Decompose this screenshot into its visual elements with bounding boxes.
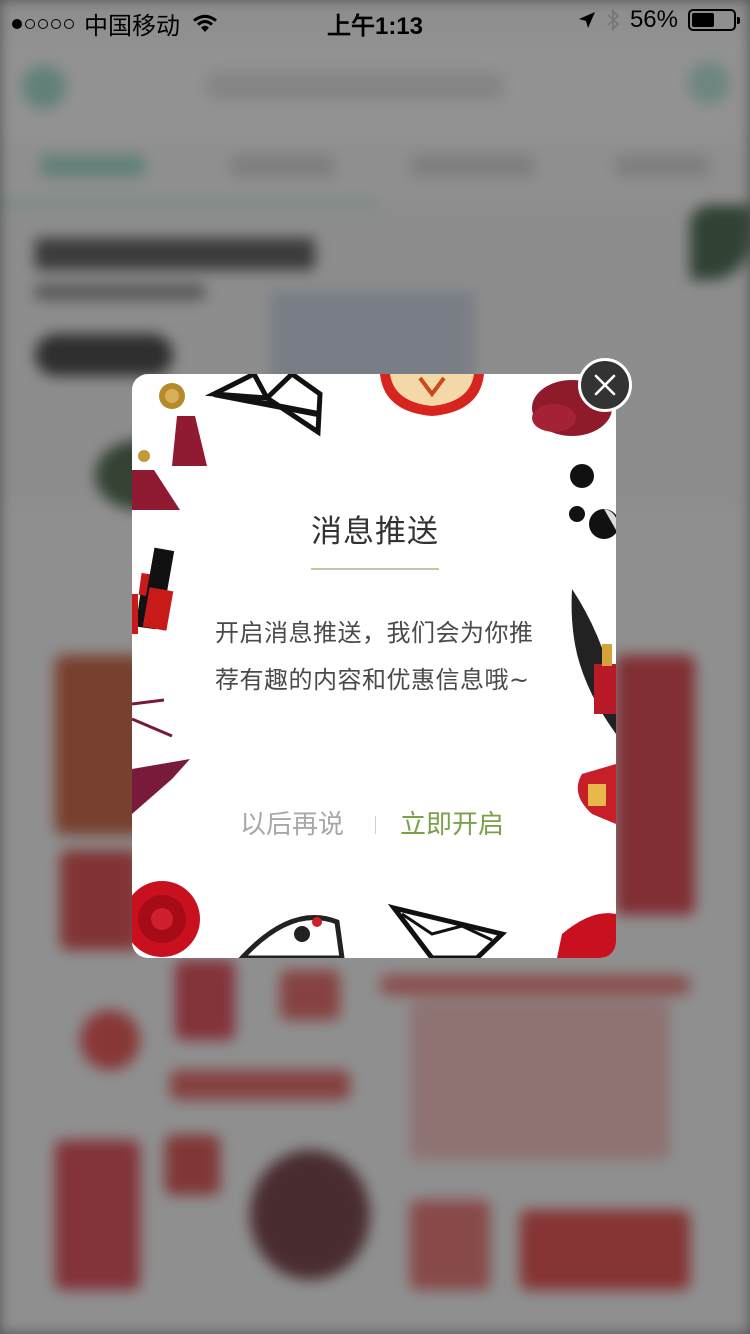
red-bow-icon: [557, 913, 616, 958]
enable-now-button[interactable]: 立即开启: [400, 804, 504, 841]
button-divider: [375, 816, 376, 834]
bluetooth-icon: [607, 9, 620, 31]
close-button[interactable]: [578, 358, 632, 412]
battery-icon: [688, 9, 740, 31]
rose-icon: [132, 881, 200, 957]
dialog-message: 开启消息推送，我们会为你推荐有趣的内容和优惠信息哦~: [215, 619, 534, 694]
later-button[interactable]: 以后再说: [240, 804, 344, 841]
feather-perfume-icon: [571, 589, 616, 734]
battery-level: [692, 13, 715, 27]
deer-brooch-icon: [380, 374, 484, 416]
dialog-actions: 以后再说 立即开启: [0, 804, 750, 844]
title-underline: [311, 568, 439, 570]
lipstick-icon: [132, 547, 175, 634]
status-bar: 中国移动 上午1:13 56%: [0, 0, 750, 40]
location-arrow-icon: [578, 12, 595, 28]
embroidered-shoes-icon: [238, 915, 345, 958]
close-icon: [594, 374, 616, 396]
battery-percent: 56%: [629, 6, 678, 33]
thong-icon: [387, 903, 508, 958]
earrings-icon: [132, 383, 207, 510]
lingerie-top-icon: [204, 374, 323, 437]
dialog-title: 消息推送: [311, 514, 439, 550]
lace-underwear-icon: [132, 698, 190, 814]
